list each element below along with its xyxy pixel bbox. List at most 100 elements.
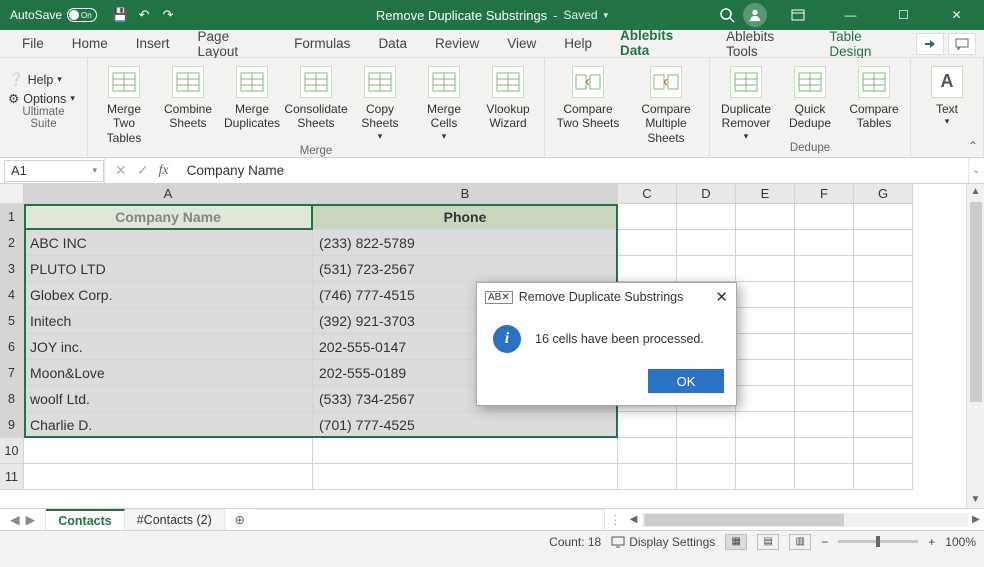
cell[interactable] [618, 204, 677, 230]
cell[interactable] [736, 308, 795, 334]
zoom-slider[interactable] [838, 540, 918, 543]
cell[interactable] [795, 204, 854, 230]
cell[interactable] [618, 256, 677, 282]
name-box[interactable]: A1 ▾ [4, 160, 104, 182]
sheet-nav[interactable]: ◀▶ [0, 509, 46, 530]
cell[interactable] [854, 204, 913, 230]
vertical-scrollbar[interactable]: ▲ ▼ [966, 184, 984, 508]
tab-view[interactable]: View [495, 32, 548, 55]
cell[interactable] [677, 438, 736, 464]
cell[interactable] [24, 438, 313, 464]
tab-help[interactable]: Help [552, 32, 604, 55]
cell[interactable] [795, 412, 854, 438]
column-header[interactable]: F [795, 184, 854, 204]
tab-page-layout[interactable]: Page Layout [186, 25, 279, 63]
horizontal-scrollbar[interactable]: ⋮ ◀ ▶ [604, 509, 984, 530]
cell[interactable] [795, 256, 854, 282]
cell[interactable]: (701) 777-4525 [313, 412, 618, 438]
merge-cells-button[interactable]: MergeCells▾ [416, 66, 472, 142]
options-button[interactable]: ⚙Options▾ [8, 91, 79, 106]
cell[interactable] [854, 464, 913, 490]
tab-table-design[interactable]: Table Design [817, 25, 912, 63]
close-icon[interactable]: ✕ [934, 0, 979, 30]
tab-file[interactable]: File [10, 32, 56, 55]
expand-formula-bar-icon[interactable]: ⌄ [968, 158, 984, 183]
share-button[interactable] [916, 33, 944, 55]
copy-sheets-button[interactable]: CopySheets▾ [352, 66, 408, 142]
column-header[interactable]: E [736, 184, 795, 204]
dialog-ok-button[interactable]: OK [648, 369, 724, 393]
confirm-formula-icon[interactable]: ✓ [137, 162, 149, 179]
column-header[interactable]: C [618, 184, 677, 204]
column-header[interactable]: A [24, 184, 313, 204]
cell[interactable] [854, 412, 913, 438]
compare-two-sheets-button[interactable]: CompareTwo Sheets [553, 66, 623, 131]
column-header[interactable]: B [313, 184, 618, 204]
cell[interactable] [677, 204, 736, 230]
cell[interactable]: PLUTO LTD [24, 256, 313, 282]
toggle-switch[interactable]: On [67, 8, 97, 22]
cell[interactable] [736, 360, 795, 386]
cell[interactable]: (531) 723-2567 [313, 256, 618, 282]
zoom-out-button[interactable]: − [821, 535, 828, 549]
ribbon-display-icon[interactable] [775, 0, 820, 30]
tab-formulas[interactable]: Formulas [282, 32, 362, 55]
tab-ablebits-tools[interactable]: Ablebits Tools [714, 25, 813, 63]
cell[interactable] [854, 256, 913, 282]
formula-input[interactable]: Company Name [179, 163, 968, 178]
cell[interactable] [677, 412, 736, 438]
cell[interactable] [736, 438, 795, 464]
vlookup-wizard-button[interactable]: VlookupWizard [480, 66, 536, 131]
cell[interactable] [618, 412, 677, 438]
account-avatar[interactable] [743, 3, 767, 27]
cell[interactable]: Phone [313, 204, 618, 230]
maximize-icon[interactable]: ☐ [881, 0, 926, 30]
column-header[interactable]: D [677, 184, 736, 204]
merge-duplicates-button[interactable]: MergeDuplicates [224, 66, 280, 131]
combine-sheets-button[interactable]: CombineSheets [160, 66, 216, 131]
scroll-left-icon[interactable]: ◀ [626, 514, 642, 525]
cell[interactable] [736, 230, 795, 256]
cell[interactable] [736, 204, 795, 230]
merge-two-tables-button[interactable]: MergeTwo Tables [96, 66, 152, 145]
cancel-formula-icon[interactable]: ✕ [115, 162, 127, 179]
cell[interactable]: woolf Ltd. [24, 386, 313, 412]
cell[interactable] [736, 256, 795, 282]
zoom-in-button[interactable]: + [928, 535, 935, 549]
cell[interactable] [618, 438, 677, 464]
cell[interactable] [854, 230, 913, 256]
tab-data[interactable]: Data [366, 32, 419, 55]
sheet-tab-contacts[interactable]: Contacts [46, 509, 124, 530]
text-button[interactable]: A Text ▾ [919, 66, 975, 127]
cell[interactable] [736, 282, 795, 308]
cell[interactable] [795, 308, 854, 334]
compare-tables-button[interactable]: CompareTables [846, 66, 902, 131]
zoom-level[interactable]: 100% [945, 535, 976, 549]
cell[interactable] [854, 360, 913, 386]
sheet-next-icon[interactable]: ▶ [26, 512, 36, 527]
row-header[interactable]: 8 [0, 386, 24, 412]
cell[interactable] [736, 334, 795, 360]
cell[interactable]: Globex Corp. [24, 282, 313, 308]
display-settings-button[interactable]: Display Settings [611, 535, 715, 549]
row-header[interactable]: 2 [0, 230, 24, 256]
scroll-down-icon[interactable]: ▼ [967, 492, 984, 508]
save-icon[interactable]: 💾 [112, 7, 128, 23]
redo-icon[interactable]: ↷ [160, 7, 176, 23]
sheet-tab-contacts-2[interactable]: #Contacts (2) [125, 509, 225, 530]
select-all-cell[interactable] [0, 184, 24, 204]
cell[interactable] [736, 386, 795, 412]
comments-button[interactable] [948, 33, 976, 55]
row-header[interactable]: 10 [0, 438, 24, 464]
cell[interactable] [677, 464, 736, 490]
cell[interactable]: ABC INC [24, 230, 313, 256]
tab-home[interactable]: Home [60, 32, 120, 55]
cell[interactable] [677, 256, 736, 282]
cell[interactable] [795, 464, 854, 490]
cell[interactable] [795, 438, 854, 464]
add-sheet-button[interactable]: ⊕ [225, 509, 255, 530]
scroll-up-icon[interactable]: ▲ [967, 184, 984, 200]
cell[interactable] [795, 360, 854, 386]
cell[interactable] [854, 334, 913, 360]
cell[interactable]: (233) 822-5789 [313, 230, 618, 256]
